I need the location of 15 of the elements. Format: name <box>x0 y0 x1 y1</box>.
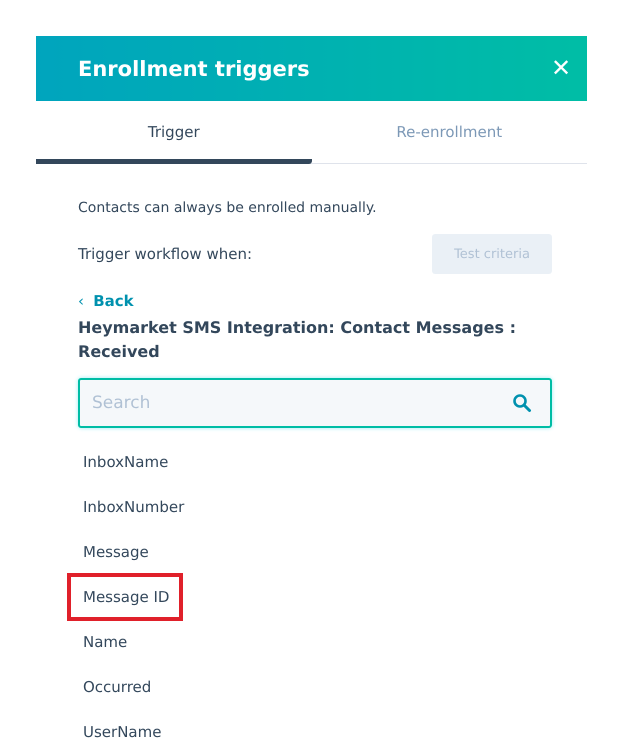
property-item[interactable]: Message <box>67 528 163 576</box>
property-item[interactable]: InboxNumber <box>67 483 198 531</box>
tab[interactable]: Trigger <box>36 101 312 164</box>
trigger-label: Trigger workflow when: <box>78 245 252 263</box>
property-item[interactable]: Message ID <box>67 573 184 621</box>
property-item[interactable]: Name <box>67 618 142 666</box>
panel-title: Enrollment triggers <box>78 56 310 80</box>
property-item[interactable]: InboxName <box>67 438 182 486</box>
property-item[interactable]: UserName <box>67 708 176 753</box>
info-text: Contacts can always be enrolled manually. <box>78 200 378 216</box>
section-heading: Heymarket SMS Integration: Contact Messages : Received <box>78 317 518 363</box>
property-item[interactable]: Occurred <box>67 663 166 711</box>
back-link[interactable]: ‹ Back <box>78 292 134 310</box>
search-icon <box>512 393 532 413</box>
search-field[interactable]: Search <box>78 378 552 428</box>
